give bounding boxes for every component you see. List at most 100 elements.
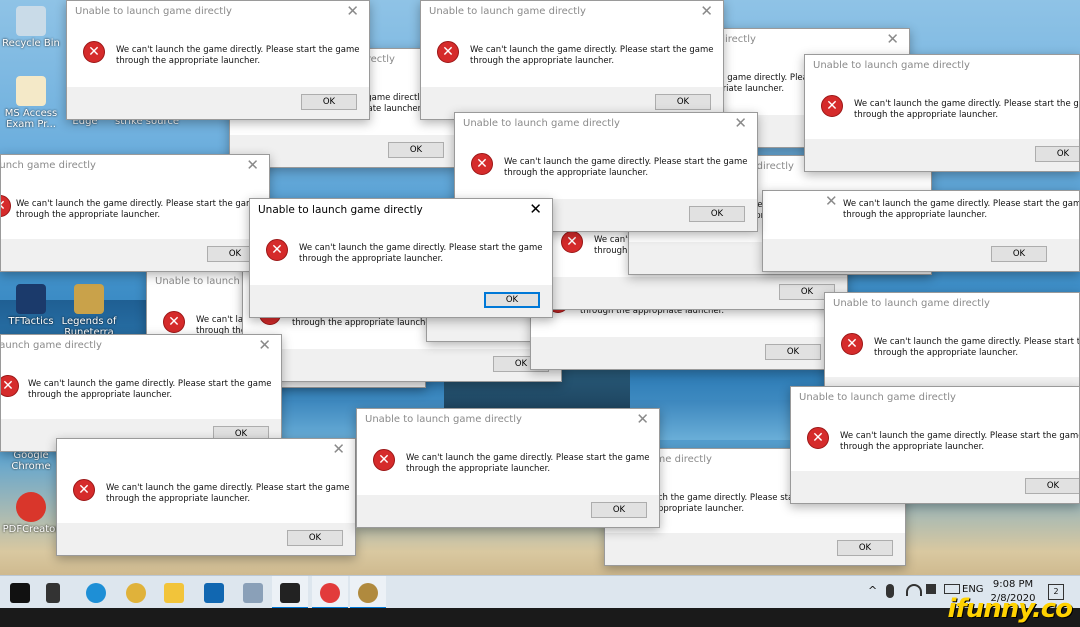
desktop-icon-label: PDFCreator	[2, 524, 60, 535]
error-dialog[interactable]: ✕ ✕ We can't launch the game directly. P…	[56, 438, 356, 556]
error-icon: ✕	[266, 239, 288, 261]
close-icon[interactable]: ✕	[246, 156, 259, 174]
desktop-icon-label: TFTactics	[8, 316, 54, 327]
taskbar-active-app[interactable]	[312, 576, 348, 609]
dialog-message-line: through the appropriate launcher.	[504, 167, 649, 178]
ok-button[interactable]: OK	[837, 540, 893, 556]
desktop-icon-ms-access[interactable]: MS Access Exam Pr...	[0, 76, 62, 130]
close-icon[interactable]: ✕	[700, 2, 713, 20]
dialog-title: Unable to launch game directly	[813, 60, 970, 71]
taskbar-active-app[interactable]	[350, 576, 386, 609]
volume-icon[interactable]	[926, 584, 936, 594]
desktop-icon-legends-of-runeterra[interactable]: Legends of Runeterra	[58, 284, 120, 338]
dialog-footer: OK	[67, 87, 369, 119]
error-dialog[interactable]: Unable to launch game directly ✕ ✕ We ca…	[420, 0, 724, 120]
error-dialog[interactable]: Unable to launch game directly ✕ We can'…	[804, 54, 1080, 172]
dialog-message: We can't launch the game directly. Pleas…	[16, 199, 266, 220]
close-icon[interactable]: ✕	[886, 30, 899, 48]
dialog-title: Unable to launch game directly	[1, 160, 96, 171]
ok-button[interactable]: OK	[689, 206, 745, 222]
dialog-message-line: through the appropriate launcher.	[843, 209, 988, 220]
document-icon	[16, 76, 46, 106]
task-view-icon[interactable]	[46, 583, 60, 603]
close-icon[interactable]: ✕	[636, 410, 649, 428]
mail-icon[interactable]	[204, 583, 224, 603]
desktop-icon-label: MS Access Exam Pr...	[4, 108, 58, 130]
ok-button[interactable]: OK	[388, 142, 444, 158]
error-dialog[interactable]: Unable to launch game directly ✕ ✕ We ca…	[66, 0, 370, 120]
ok-button[interactable]: OK	[301, 94, 357, 110]
dialog-message: We can't launch the game directly. Pleas…	[854, 99, 1079, 120]
dialog-footer: OK	[57, 523, 355, 555]
ok-button[interactable]: OK	[591, 502, 647, 518]
error-dialog[interactable]: Unable to launch game directly ✕ ✕ We ca…	[0, 154, 270, 272]
tft-icon	[16, 284, 46, 314]
dialog-message-line: We can't launch the game directly. Pleas…	[470, 45, 714, 55]
error-dialog[interactable]: Unable to launch game directly ✕ ✕ We ca…	[356, 408, 660, 528]
ok-button[interactable]: OK	[1025, 478, 1079, 494]
dialog-message-line: through the appropriate launcher.	[470, 55, 615, 66]
error-icon: ✕	[471, 153, 493, 175]
error-dialog-active[interactable]: Unable to launch game directly ✕ ✕ We ca…	[249, 198, 553, 318]
dialog-title: Unable to launch game directly	[0, 340, 102, 351]
close-icon[interactable]: ✕	[734, 114, 747, 132]
dialog-message-line: We can't launch the game directly. Pleas…	[28, 379, 272, 389]
dialog-footer: OK	[531, 337, 833, 369]
dialog-message-line: We can't launch the game directly. Pleas…	[299, 243, 543, 253]
error-icon: ✕	[561, 231, 583, 253]
ok-button[interactable]: OK	[484, 292, 540, 308]
dialog-footer: OK	[805, 139, 1079, 171]
photos-icon[interactable]	[243, 583, 263, 603]
error-dialog[interactable]: Unable to launch game directly ✕ ✕ We ca…	[0, 334, 282, 452]
error-icon: ✕	[437, 41, 459, 63]
dialog-message-line: We can't launch the game directly. Pleas…	[874, 337, 1080, 347]
pdfcreator-icon	[16, 492, 46, 522]
dialog-message-line: through the appropriate launcher.	[28, 389, 173, 400]
close-icon[interactable]: ✕	[332, 440, 345, 458]
dialog-message: We can't launch the game directly. Pleas…	[299, 243, 549, 264]
dialog-footer: OK	[791, 471, 1079, 503]
battery-icon[interactable]	[944, 584, 960, 594]
file-explorer-icon[interactable]	[164, 583, 184, 603]
chrome-icon[interactable]	[126, 583, 146, 603]
start-icon[interactable]	[10, 583, 30, 603]
desktop-icon-pdfcreator[interactable]: PDFCreator	[0, 492, 62, 535]
microphone-icon[interactable]	[886, 584, 894, 598]
dialog-title: Unable to launch game directly	[799, 392, 956, 403]
desktop-icon-google-chrome[interactable]: Google Chrome	[0, 450, 62, 472]
dialog-title: Unable to launch game directly	[365, 414, 522, 425]
dialog-footer: OK	[763, 239, 1079, 271]
dialog-message-line: We can't launch the game directly. Pleas…	[504, 157, 748, 167]
ok-button[interactable]: OK	[991, 246, 1047, 262]
tray-chevron-icon[interactable]: ^	[868, 584, 877, 597]
ok-button[interactable]: OK	[287, 530, 343, 546]
dialog-message-line: We can't launch the game directly. Pleas…	[840, 431, 1080, 441]
dialog-message-line: through the appropriate launcher.	[106, 493, 251, 504]
desktop-icon-tftactics[interactable]: TFTactics	[0, 284, 62, 327]
dialog-footer: OK	[1, 239, 269, 271]
error-icon: ✕	[821, 95, 843, 117]
error-dialog[interactable]: ✕ We can't launch the game directly. Ple…	[762, 190, 1080, 272]
recycle-bin-icon	[16, 6, 46, 36]
dialog-message: We can't launch the game directly. Pleas…	[470, 45, 720, 66]
taskbar-active-app[interactable]	[272, 576, 308, 609]
ok-button[interactable]: OK	[765, 344, 821, 360]
dialog-message: We can't launch the game directly. Pleas…	[874, 337, 1080, 358]
error-dialog[interactable]: Unable to launch game directly ✕ We can'…	[790, 386, 1080, 504]
dialog-message-line: through the appropriate launcher.	[116, 55, 261, 66]
ok-button[interactable]: OK	[1035, 146, 1079, 162]
error-icon: ✕	[807, 427, 829, 449]
ok-button[interactable]: OK	[655, 94, 711, 110]
wifi-icon[interactable]	[906, 584, 922, 596]
desktop-icon-recycle-bin[interactable]: Recycle Bin	[0, 6, 62, 49]
edge-icon[interactable]	[86, 583, 106, 603]
close-icon[interactable]: ✕	[825, 192, 838, 210]
close-icon[interactable]: ✕	[346, 2, 359, 20]
close-icon[interactable]: ✕	[529, 200, 542, 218]
close-icon[interactable]: ✕	[258, 336, 271, 354]
dialog-message: We can't launch the game directly. Pleas…	[840, 431, 1080, 452]
desktop-icon-label: Recycle Bin	[2, 38, 60, 49]
dialog-message-line: We can't launch the game directly. Pleas…	[116, 45, 360, 55]
dialog-footer: OK	[545, 277, 847, 309]
error-icon: ✕	[83, 41, 105, 63]
